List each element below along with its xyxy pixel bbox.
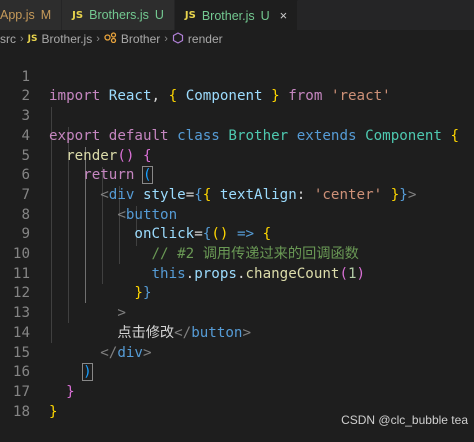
chevron-right-icon: ›: [164, 33, 168, 45]
code-line: 5 return (: [0, 127, 474, 185]
code-line: 1 import React, { Component } from 'reac…: [0, 48, 474, 105]
untracked-badge: U: [154, 8, 164, 22]
code-line: 16 }: [0, 344, 474, 400]
code-line: 14 </div>: [0, 304, 474, 361]
tab-brother-js[interactable]: JS Brother.js U ×: [174, 0, 299, 30]
breadcrumb-file[interactable]: Brother.js: [42, 32, 93, 46]
code-line: 7 <button: [0, 166, 474, 223]
chevron-right-icon: ›: [20, 33, 24, 45]
chevron-right-icon: ›: [96, 33, 100, 45]
code-line: 3 export default class Brother extends C…: [0, 87, 474, 144]
code-line: 11 }}: [0, 245, 474, 302]
tab-label: App.js: [0, 8, 35, 22]
breadcrumb-method[interactable]: render: [188, 32, 223, 46]
code-editor[interactable]: 1 import React, { Component } from 'reac…: [0, 48, 474, 431]
js-file-icon: JS: [72, 9, 84, 21]
js-file-icon: JS: [27, 34, 38, 44]
code-line: 4 render() {: [0, 107, 474, 164]
code-line: 18: [0, 383, 474, 420]
tab-label: Brother.js: [201, 8, 255, 23]
code-line: 9 // #2 调用传递过来的回调函数: [0, 206, 474, 262]
class-symbol-icon: [104, 32, 117, 46]
tab-bar: App.js M JS Brothers.js U JS Brother.js …: [0, 0, 474, 30]
watermark: CSDN @clc_bubble tea: [341, 413, 468, 427]
code-line: 12 >: [0, 265, 474, 321]
breadcrumb-folder[interactable]: src: [0, 32, 16, 46]
line-number: 18: [12, 403, 30, 420]
method-symbol-icon: [172, 31, 184, 47]
untracked-badge: U: [260, 8, 270, 23]
breadcrumb: src › JS Brother.js › Brother › render: [0, 30, 474, 48]
code-line: 2: [0, 68, 474, 104]
code-line: 13 点击修改</button>: [0, 284, 474, 341]
modified-badge: M: [40, 8, 52, 22]
code-line: 8 onClick={() => {: [0, 186, 474, 243]
tab-app-js[interactable]: App.js M: [0, 0, 63, 30]
code-line: 17 }: [0, 363, 474, 420]
js-file-icon: JS: [184, 10, 196, 21]
tab-label: Brothers.js: [89, 8, 149, 22]
code-line: 10 this.props.changeCount(1): [0, 225, 474, 282]
code-line: 6 <div style={{ textAlign: 'center' }}>: [0, 147, 474, 203]
code-line: 15 ): [0, 324, 474, 382]
tab-brothers-js[interactable]: JS Brothers.js U: [62, 0, 175, 30]
breadcrumb-class[interactable]: Brother: [121, 32, 160, 46]
close-icon[interactable]: ×: [280, 8, 288, 23]
